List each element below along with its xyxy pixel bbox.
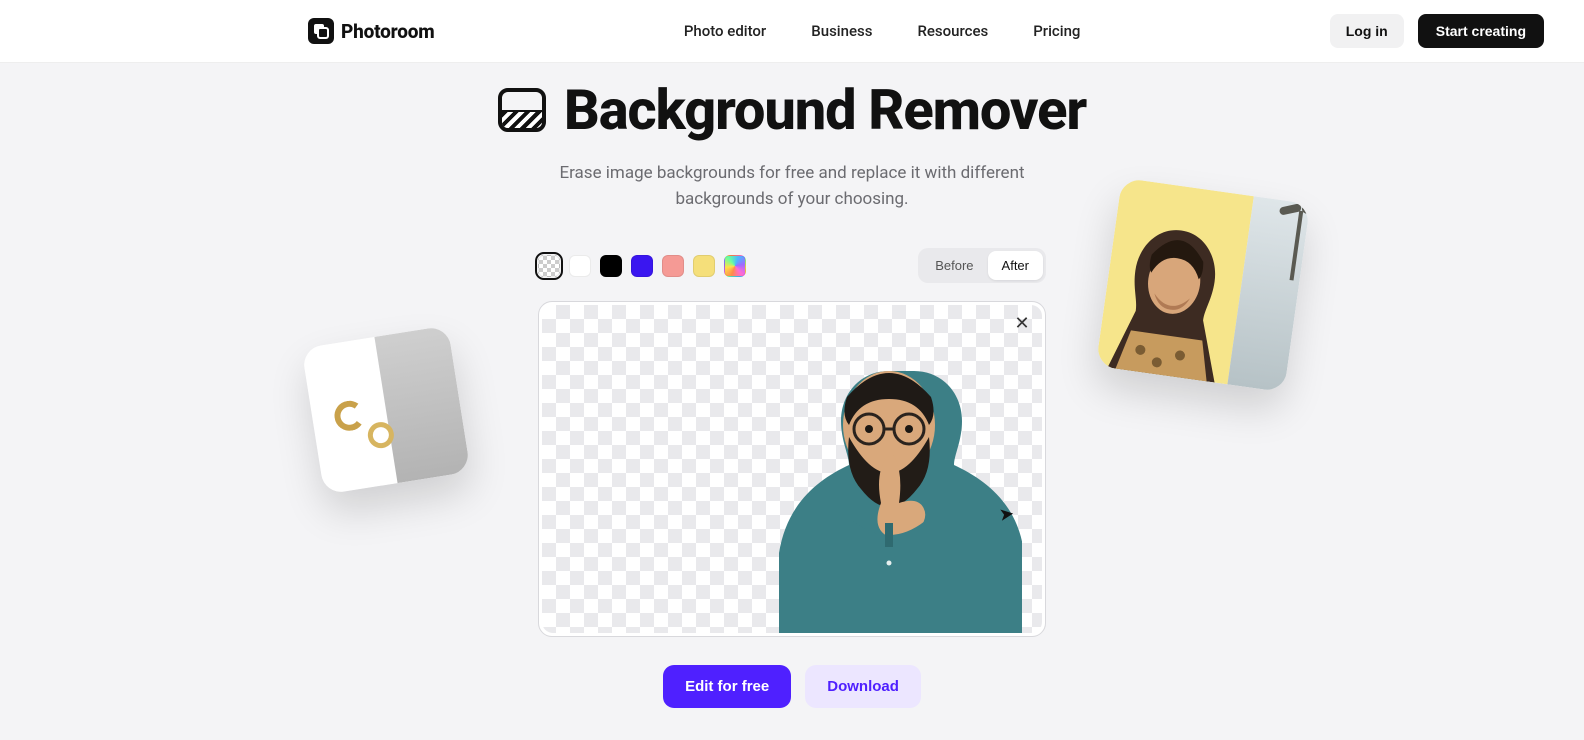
swatch-white[interactable] xyxy=(569,255,591,277)
nav-photo-editor[interactable]: Photo editor xyxy=(684,22,766,40)
preview-canvas[interactable]: ➤ xyxy=(542,305,1042,633)
close-icon[interactable]: ✕ xyxy=(1011,312,1033,334)
site-header: Photoroom Photo editor Business Resource… xyxy=(0,0,1584,63)
start-creating-button[interactable]: Start creating xyxy=(1418,14,1544,48)
page-title: Background Remover xyxy=(564,77,1086,143)
swatch-gradient[interactable] xyxy=(724,255,746,277)
swatch-yellow[interactable] xyxy=(693,255,715,277)
swatch-blue[interactable] xyxy=(631,255,653,277)
cta-row: Edit for free Download xyxy=(0,665,1584,708)
cutout-person xyxy=(757,353,1022,633)
color-swatches xyxy=(538,255,746,277)
controls-row: Before After xyxy=(538,248,1046,283)
toggle-before[interactable]: Before xyxy=(921,251,987,280)
logo[interactable]: Photoroom xyxy=(308,18,435,44)
main-nav: Photo editor Business Resources Pricing xyxy=(684,22,1081,40)
nav-resources[interactable]: Resources xyxy=(917,22,988,40)
page-subtitle: Erase image backgrounds for free and rep… xyxy=(512,161,1072,212)
swatch-transparent[interactable] xyxy=(538,255,560,277)
preview-card: ✕ xyxy=(538,301,1046,637)
download-button[interactable]: Download xyxy=(805,665,921,708)
logo-text: Photoroom xyxy=(341,20,435,43)
swatch-black[interactable] xyxy=(600,255,622,277)
logo-icon xyxy=(313,23,329,39)
nav-business[interactable]: Business xyxy=(811,22,872,40)
header-actions: Log in Start creating xyxy=(1330,14,1544,48)
example-right-cutout xyxy=(1096,178,1254,385)
nav-pricing[interactable]: Pricing xyxy=(1033,22,1080,40)
title-row: Background Remover xyxy=(0,77,1584,143)
swatch-salmon[interactable] xyxy=(662,255,684,277)
edit-for-free-button[interactable]: Edit for free xyxy=(663,665,791,708)
hero-section: Background Remover Erase image backgroun… xyxy=(0,63,1584,708)
example-image-left xyxy=(301,325,470,494)
example-image-right xyxy=(1096,178,1311,393)
before-after-toggle: Before After xyxy=(918,248,1046,283)
login-button[interactable]: Log in xyxy=(1330,14,1404,48)
logo-mark xyxy=(308,18,334,44)
background-remover-icon xyxy=(498,88,546,132)
toggle-after[interactable]: After xyxy=(988,251,1043,280)
